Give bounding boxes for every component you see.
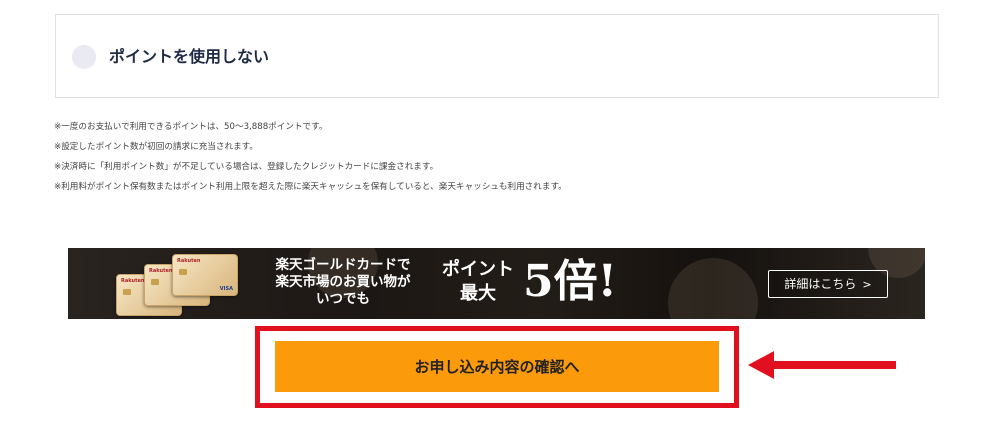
chevron-right-icon: > — [862, 278, 872, 291]
banner-bokeh — [668, 258, 758, 319]
arrow-left-icon — [748, 351, 896, 379]
banner-headline: 楽天ゴールドカードで 楽天市場のお買い物が いつでも — [258, 257, 428, 308]
point-text: ポイント — [442, 259, 514, 280]
gold-card-banner[interactable]: Rakuten Rakuten Rakuten VISA 楽天ゴールドカードで … — [68, 248, 925, 319]
note-item: ※設定したポイント数が初回の請求に充当されます。 — [54, 142, 258, 152]
max-text: 最大 — [460, 283, 496, 304]
notes-list: ※一度のお支払いで利用できるポイントは、50〜3,888ポイントです。 ※設定し… — [54, 117, 954, 197]
credit-card-images: Rakuten Rakuten Rakuten VISA — [116, 254, 246, 316]
no-points-option[interactable]: ポイントを使用しない — [55, 14, 939, 98]
note-item: ※一度のお支払いで利用できるポイントは、50〜3,888ポイントです。 — [54, 122, 328, 132]
banner-point-label: ポイント 最大 — [433, 258, 523, 306]
note-item: ※利用料がポイント保有数またはポイント利用上限を超えた際に楽天キャッシュを保有し… — [54, 182, 567, 192]
details-button[interactable]: 詳細はこちら > — [768, 270, 888, 298]
radio-button[interactable] — [72, 45, 96, 69]
no-points-label: ポイントを使用しない — [109, 47, 270, 66]
banner-line: いつでも — [316, 291, 370, 307]
gold-card-image: Rakuten VISA — [172, 254, 238, 296]
confirm-application-button[interactable]: お申し込み内容の確認へ — [275, 341, 719, 392]
banner-line: 楽天市場のお買い物が — [275, 274, 411, 290]
banner-line: 楽天ゴールドカードで — [275, 257, 411, 273]
banner-multiplier: 5倍! — [523, 256, 617, 307]
note-item: ※決済時に「利用ポイント数」が不足している場合は、登録したクレジットカードに課金… — [54, 162, 439, 172]
details-label: 詳細はこちら — [784, 277, 857, 291]
